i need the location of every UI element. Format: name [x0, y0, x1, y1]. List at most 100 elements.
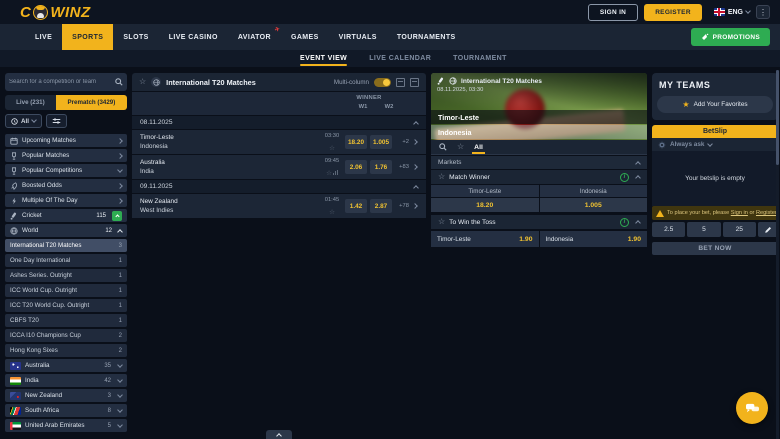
search-icon[interactable] — [439, 143, 447, 151]
nav-item-sports[interactable]: SPORTS — [62, 24, 113, 50]
match-winner-away-odd[interactable]: 1.005 — [540, 198, 648, 212]
competition-icca-i10-champions-cup[interactable]: ICCA I10 Champions Cup2 — [5, 329, 127, 342]
collapse-badge[interactable] — [112, 211, 122, 221]
filter-settings-button[interactable] — [46, 114, 67, 128]
toss-away-selection[interactable]: Indonesia 1.90 — [540, 231, 648, 247]
info-icon[interactable]: i — [620, 218, 629, 227]
country-south-africa[interactable]: South Africa 8 — [5, 404, 127, 417]
date-group-header[interactable]: 08.11.2025 — [132, 116, 426, 129]
nav-item-virtuals[interactable]: VIRTUALS — [329, 24, 387, 50]
tab-all-markets[interactable]: All — [474, 140, 483, 154]
register-link[interactable]: Register — [756, 210, 777, 216]
sidebar-item-popular-competitions[interactable]: Popular Competitions — [5, 164, 127, 177]
open-match-chevron[interactable] — [409, 204, 421, 208]
open-match-chevron[interactable] — [409, 140, 421, 144]
prematch-tab[interactable]: Prematch (3429) — [56, 95, 127, 110]
competition-cbfs-t20[interactable]: CBFS T201 — [5, 314, 127, 327]
sidebar-item-popular-matches[interactable]: Popular Matches — [5, 149, 127, 162]
layout-one-column-icon[interactable] — [396, 78, 405, 87]
trophy-icon — [10, 152, 18, 160]
edit-stake-button[interactable] — [758, 222, 778, 237]
sidebar-sport-cricket[interactable]: Cricket 115 — [5, 209, 127, 222]
register-button[interactable]: REGISTER — [644, 4, 702, 21]
nav-item-aviator[interactable]: AVIATOR ✈ — [228, 24, 281, 50]
nav-item-live[interactable]: LIVE — [25, 24, 62, 50]
page-scrollbar[interactable] — [776, 70, 779, 439]
sign-in-button[interactable]: SIGN IN — [588, 4, 638, 21]
tab-event-view[interactable]: EVENT VIEW — [300, 50, 347, 67]
country-india[interactable]: India 42 — [5, 374, 127, 387]
nav-item-games[interactable]: GAMES — [281, 24, 329, 50]
country-united-arab-emirates[interactable]: United Arab Emirates 5 — [5, 419, 127, 432]
nav-item-live-casino[interactable]: LIVE CASINO — [159, 24, 228, 50]
language-selector[interactable]: ENG — [714, 8, 750, 16]
competition-icc-t20-world-cup-outright[interactable]: ICC T20 World Cup. Outright1 — [5, 299, 127, 312]
markets-section-header[interactable]: Markets — [431, 156, 647, 169]
scroll-top-button[interactable] — [266, 430, 292, 439]
live-chat-button[interactable] — [736, 392, 768, 424]
odd-w2-button[interactable]: 1.76 — [370, 160, 392, 174]
open-match-chevron[interactable] — [409, 165, 421, 169]
sidebar-region-world[interactable]: World 12 — [5, 224, 127, 237]
sidebar-item-boosted-odds[interactable]: Boosted Odds — [5, 179, 127, 192]
country-australia[interactable]: Australia 35 — [5, 359, 127, 372]
odd-w1-button[interactable]: 18.20 — [345, 135, 367, 149]
live-tab[interactable]: Live (231) — [5, 95, 56, 110]
stake-preset-3[interactable]: 25 — [723, 222, 756, 237]
scrollbar-thumb[interactable] — [776, 70, 779, 165]
market-match-winner-header[interactable]: ☆ Match Winner i — [431, 170, 647, 184]
competition-international-t20-matches[interactable]: International T20 Matches3 — [5, 239, 127, 252]
betslip-header[interactable]: BetSlip — [652, 125, 778, 138]
tab-live-calendar[interactable]: LIVE CALENDAR — [369, 50, 431, 67]
always-ask-row[interactable]: Always ask — [652, 138, 778, 151]
nav-item-tournaments[interactable]: TOURNAMENTS — [387, 24, 466, 50]
odd-w2-button[interactable]: 2.87 — [370, 199, 392, 213]
multi-column-toggle[interactable] — [374, 78, 391, 87]
stats-icon[interactable] — [333, 170, 338, 175]
info-icon[interactable]: i — [620, 173, 629, 182]
add-favorites-button[interactable]: ★ Add Your Favorites — [657, 96, 773, 113]
bet-now-button[interactable]: BET NOW — [652, 242, 778, 255]
stake-preset-1[interactable]: 2.5 — [652, 222, 685, 237]
competition-hong-kong-sixes[interactable]: Hong Kong Sixes2 — [5, 344, 127, 357]
favorite-star-icon[interactable]: ☆ — [139, 78, 146, 86]
layout-two-column-icon[interactable] — [410, 78, 419, 87]
favorite-star-icon[interactable]: ☆ — [438, 173, 445, 181]
search-input[interactable] — [9, 79, 115, 85]
rocket-icon — [10, 182, 18, 190]
competition-one-day-international[interactable]: One Day International1 — [5, 254, 127, 267]
promotions-button[interactable]: PROMOTIONS — [691, 28, 770, 46]
match-row[interactable]: Timor-Leste Indonesia 03:30 ☆ 18.20 1.00… — [132, 130, 426, 154]
menu-dots-button[interactable]: ⋮ — [756, 5, 770, 19]
odd-w2-button[interactable]: 1.005 — [370, 135, 392, 149]
country-new-zealand[interactable]: New Zealand 3 — [5, 389, 127, 402]
odd-w1-button[interactable]: 1.42 — [345, 199, 367, 213]
favorite-star-icon[interactable]: ☆ — [329, 145, 335, 152]
tab-tournament[interactable]: TOURNAMENT — [453, 50, 507, 67]
odd-w1-button[interactable]: 2.06 — [345, 160, 367, 174]
favorite-star-icon[interactable]: ☆ — [326, 170, 332, 177]
match-winner-home-odd[interactable]: 18.20 — [431, 198, 539, 212]
competition-icc-world-cup-outright[interactable]: ICC World Cup. Outright1 — [5, 284, 127, 297]
competition-ashes-series-outright[interactable]: Ashes Series. Outright1 — [5, 269, 127, 282]
brand-logo[interactable]: C WINZ — [20, 4, 91, 21]
date-group-header[interactable]: 09.11.2025 — [132, 180, 426, 193]
cricket-bat-icon — [437, 77, 445, 85]
time-filter-dropdown[interactable]: All — [5, 114, 42, 128]
match-row[interactable]: New Zealand West Indies 01:45 ☆ 1.42 2.8… — [132, 194, 426, 218]
sidebar-item-upcoming-matches[interactable]: Upcoming Matches — [5, 134, 127, 147]
stake-preset-2[interactable]: 5 — [687, 222, 720, 237]
favorite-star-icon[interactable]: ☆ — [329, 209, 335, 216]
page: C WINZ SIGN IN REGISTER ENG ⋮ LIVE SPORT… — [0, 0, 780, 439]
australia-flag-icon — [10, 362, 21, 370]
favorite-star-icon[interactable]: ☆ — [438, 218, 445, 226]
favorite-star-icon[interactable]: ☆ — [457, 143, 464, 151]
bolt-icon — [10, 197, 18, 205]
match-time: 09:45 — [322, 157, 342, 166]
sidebar-item-multiple-of-the-day[interactable]: Multiple Of The Day — [5, 194, 127, 207]
market-toss-header[interactable]: ☆ To Win the Toss i — [431, 215, 647, 229]
nav-item-slots[interactable]: SLOTS — [113, 24, 158, 50]
toss-home-selection[interactable]: Timor-Leste 1.90 — [431, 231, 539, 247]
match-row[interactable]: Australia India 09:45 ☆ 2.06 1.76 +83 — [132, 155, 426, 179]
sign-in-link[interactable]: Sign in — [731, 210, 748, 216]
